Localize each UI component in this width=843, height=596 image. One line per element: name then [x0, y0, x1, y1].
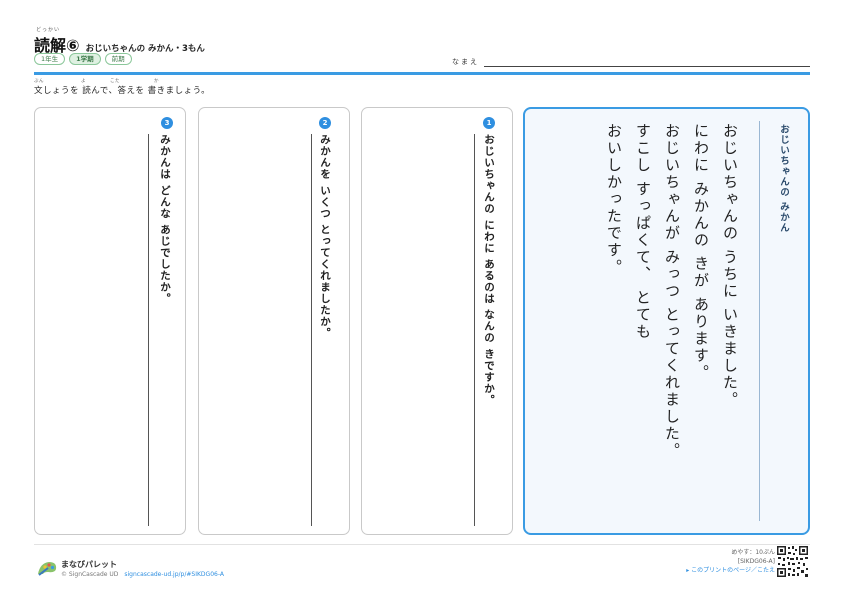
tag-grade: 1年生 [34, 53, 66, 65]
question-text-3: みかんは どんな あじでしたか。 [159, 134, 171, 305]
story-line-2: にわに みかんの きが あります。 [692, 123, 710, 382]
question-number-3: 3 [161, 117, 173, 129]
site-link[interactable]: signcascade-ud.jp/p/#SIKDG06-A [124, 571, 224, 578]
ruby-kota: こた [110, 79, 120, 84]
worksheet-code: [SIKDG06-A] [737, 558, 775, 565]
ruby-yo: よ [81, 79, 86, 84]
worksheet-meta: めやす：10ぷん [SIKDG06-A] ▸ このプリントのページ／こたえ [686, 548, 775, 575]
question-number-2: 2 [319, 117, 331, 129]
question-text-2: みかんを いくつ とってくれましたか。 [319, 134, 331, 339]
answer-line-2[interactable] [311, 134, 312, 526]
question-text-1: おじいちゃんの にわに あるのは なんの きですか。 [483, 134, 495, 406]
time-estimate: めやす：10ぷん [731, 549, 775, 556]
name-field[interactable] [484, 66, 810, 67]
answer-line-1[interactable] [474, 134, 475, 526]
brand-name: まなびパレット [61, 560, 117, 569]
tag-term: 1学期 [69, 53, 101, 65]
qr-code-icon[interactable] [776, 545, 809, 578]
answer-line-3[interactable] [148, 134, 149, 526]
header-divider [34, 72, 810, 75]
ruby-ka: か [154, 79, 159, 84]
story-title: おじいちゃんの みかん [778, 124, 789, 234]
story-panel: おじいちゃんの みかん おじいちゃんの うちに いきました。 にわに みかんの … [523, 107, 810, 535]
question-box-1: 1 おじいちゃんの にわに あるのは なんの きですか。 [361, 107, 513, 535]
story-line-1: おじいちゃんの うちに いきました。 [721, 123, 739, 409]
brand-copyright: © SignCascade UD signcascade-ud.jp/p/#SIK… [61, 571, 224, 578]
palette-logo-icon [38, 562, 57, 576]
answer-page-link[interactable]: ▸ このプリントのページ／こたえ [686, 566, 775, 575]
worksheet-header: どっかい 読解⑥ おじいちゃんの みかん・3もん 1年生 1学期 前期 なまえ [34, 26, 810, 76]
question-number-1: 1 [483, 117, 495, 129]
story-line-5: おいしかったです。 [605, 123, 623, 276]
story-line-3: おじいちゃんが みっつ とってくれました。 [663, 123, 681, 460]
story-divider [759, 121, 760, 521]
ruby-bun: ぶん [34, 79, 44, 84]
footer-divider [34, 544, 810, 545]
question-box-3: 3 みかんは どんな あじでしたか。 [34, 107, 186, 535]
grade-tags: 1年生 1学期 前期 [34, 53, 132, 65]
instruction: ぶん よ こた か 文しょうを 読んで、答えを 書きましょう。 [34, 79, 211, 96]
story-text: おじいちゃんの うちに いきました。 にわに みかんの きが あります。 おじい… [599, 123, 744, 460]
question-box-2: 2 みかんを いくつ とってくれましたか。 [198, 107, 350, 535]
instruction-text: 文しょうを 読んで、答えを 書きましょう。 [34, 86, 211, 96]
tag-period: 前期 [104, 53, 132, 65]
copyright-text: © SignCascade UD [61, 571, 119, 578]
story-line-4: すこし すっぱくて、 とても [634, 123, 652, 341]
name-label: なまえ [452, 58, 479, 66]
